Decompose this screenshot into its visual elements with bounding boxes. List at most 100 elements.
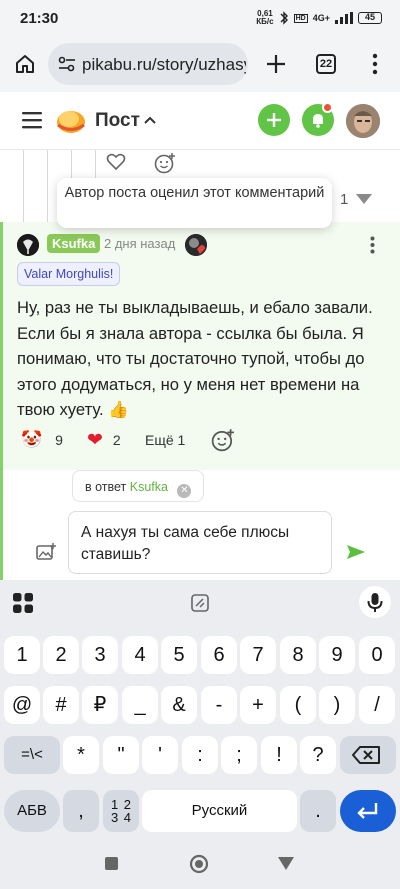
- page-title[interactable]: Пост: [95, 110, 140, 132]
- key-slash[interactable]: /: [359, 686, 395, 724]
- chevron-up-icon[interactable]: [144, 116, 156, 124]
- signal-type: 4G+: [312, 13, 330, 23]
- reply-to-chip: в ответ Ksufka ✕: [72, 470, 205, 502]
- key-paren-close[interactable]: ): [319, 686, 355, 724]
- thread-line: [95, 150, 96, 180]
- comment-text: Ну, раз не ты выкладываешь, и ебало зава…: [17, 298, 373, 419]
- key-9[interactable]: 9: [319, 636, 355, 674]
- clown-icon: 🤡: [21, 430, 43, 449]
- key-underscore[interactable]: _: [122, 686, 158, 724]
- home-nav-icon[interactable]: [189, 854, 209, 874]
- key-1[interactable]: 1: [4, 636, 40, 674]
- key-quote[interactable]: ": [103, 736, 139, 774]
- key-minus[interactable]: -: [201, 686, 237, 724]
- status-icons: 0,61 КБ/с HD 4G+ 45: [256, 10, 382, 26]
- backspace-key[interactable]: [340, 736, 396, 774]
- battery-icon: 45: [358, 12, 382, 24]
- author-liked-tooltip: Автор поста оценил этот комментарий: [57, 178, 332, 228]
- add-reaction-icon[interactable]: [211, 428, 235, 452]
- browser-toolbar: pikabu.ru/story/uzhasy 22: [0, 38, 400, 92]
- comment-more-icon[interactable]: [370, 236, 375, 254]
- key-period[interactable]: .: [300, 790, 336, 832]
- key-semicolon[interactable]: ;: [221, 736, 257, 774]
- status-bar: 21:30 0,61 КБ/с HD 4G+ 45: [0, 0, 400, 38]
- thread-line: [47, 150, 48, 222]
- more-reactions-button[interactable]: Ещё 1: [145, 426, 195, 454]
- key-numpad[interactable]: 1 2 3 4: [103, 790, 139, 832]
- address-bar[interactable]: pikabu.ru/story/uzhasy: [48, 43, 248, 85]
- url-text: pikabu.ru/story/uzhasy: [82, 55, 246, 74]
- reaction-heart[interactable]: ❤ 2: [87, 426, 129, 454]
- reply-text-field[interactable]: А нахуя ты сама себе плюсы ставишь?: [68, 511, 332, 574]
- clipboard-icon[interactable]: [190, 593, 210, 613]
- key-4[interactable]: 4: [122, 636, 158, 674]
- key-more-symbols[interactable]: =\<: [4, 736, 60, 774]
- user-badge: Valar Morghulis!: [17, 262, 121, 286]
- network-speed-unit: КБ/с: [256, 17, 274, 26]
- heart-icon: ❤: [87, 429, 103, 451]
- key-ruble[interactable]: ₽: [82, 686, 118, 724]
- plus-icon: [267, 113, 281, 127]
- key-0[interactable]: 0: [359, 636, 395, 674]
- reaction-count: 2: [112, 432, 121, 448]
- key-hash[interactable]: #: [43, 686, 79, 724]
- reply-to-name[interactable]: Ksufka: [130, 480, 168, 494]
- key-alphabet[interactable]: АБВ: [4, 790, 60, 832]
- backspace-icon: [352, 746, 380, 764]
- app-header: Пост: [0, 92, 400, 150]
- add-post-button[interactable]: [258, 104, 290, 136]
- key-7[interactable]: 7: [240, 636, 276, 674]
- tab-switcher-button[interactable]: 22: [316, 54, 336, 74]
- comment-time: 2 дня назад: [104, 236, 176, 251]
- signal-icon: [335, 12, 353, 24]
- microphone-icon: [367, 593, 383, 612]
- author-award-icon: [185, 234, 207, 256]
- key-question[interactable]: ?: [300, 736, 336, 774]
- send-icon[interactable]: [346, 543, 366, 561]
- thread-accent: [0, 470, 3, 580]
- bluetooth-icon: [279, 11, 289, 25]
- heart-outline-icon[interactable]: [106, 153, 126, 171]
- key-asterisk[interactable]: *: [63, 736, 99, 774]
- reaction-clown[interactable]: 🤡 9: [21, 426, 71, 454]
- key-3[interactable]: 3: [82, 636, 118, 674]
- key-plus[interactable]: +: [240, 686, 276, 724]
- key-at[interactable]: @: [4, 686, 40, 724]
- volte-icon: HD: [293, 13, 308, 23]
- attach-image-icon[interactable]: [36, 543, 56, 561]
- enter-key[interactable]: [340, 790, 396, 832]
- voice-input-button[interactable]: [359, 586, 391, 618]
- notification-dot: [322, 102, 333, 113]
- key-exclamation[interactable]: !: [261, 736, 297, 774]
- author-avatar[interactable]: [17, 234, 39, 256]
- space-key[interactable]: Русский: [142, 790, 297, 832]
- home-icon[interactable]: [14, 53, 36, 75]
- more-menu-icon[interactable]: [372, 53, 378, 75]
- key-8[interactable]: 8: [280, 636, 316, 674]
- comment-rating: 1: [340, 191, 349, 208]
- close-icon[interactable]: ✕: [177, 484, 192, 498]
- apps-grid-icon[interactable]: [13, 593, 33, 613]
- hamburger-menu-icon[interactable]: [22, 111, 42, 129]
- key-2[interactable]: 2: [43, 636, 79, 674]
- key-comma[interactable]: ,: [63, 790, 99, 832]
- reply-prefix: в ответ: [85, 480, 127, 494]
- network-speed: 0,61 КБ/с: [256, 10, 273, 26]
- pikabu-logo-icon[interactable]: [56, 105, 86, 135]
- recents-icon[interactable]: [104, 856, 119, 871]
- key-5[interactable]: 5: [161, 636, 197, 674]
- site-settings-icon[interactable]: [58, 56, 76, 72]
- thread-line: [23, 150, 24, 222]
- avatar[interactable]: [346, 104, 380, 138]
- comment-author[interactable]: Ksufka: [47, 234, 101, 253]
- new-tab-icon[interactable]: [265, 53, 287, 75]
- key-apostrophe[interactable]: ': [142, 736, 178, 774]
- key-ampersand[interactable]: &: [161, 686, 197, 724]
- key-6[interactable]: 6: [201, 636, 237, 674]
- key-colon[interactable]: :: [182, 736, 218, 774]
- reaction-count: 9: [55, 432, 63, 448]
- add-reaction-icon[interactable]: [154, 152, 176, 174]
- back-icon[interactable]: [277, 856, 295, 871]
- downvote-icon[interactable]: [355, 193, 373, 205]
- key-paren-open[interactable]: (: [280, 686, 316, 724]
